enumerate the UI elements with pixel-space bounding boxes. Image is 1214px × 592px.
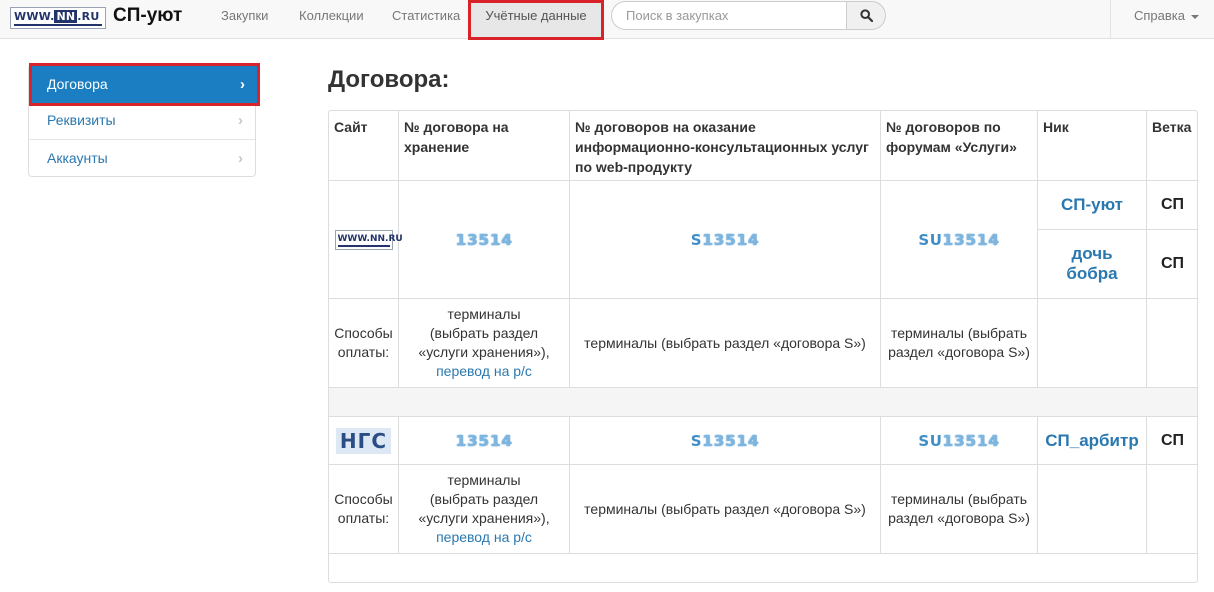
forum-contract-cell: SU13514 xyxy=(881,181,1038,299)
empty-cell xyxy=(1038,299,1147,388)
forum-contract-number: 13514 xyxy=(942,431,1000,450)
sidebar-item-requisites[interactable]: Реквизиты › xyxy=(29,102,255,139)
empty-cell xyxy=(1147,299,1198,388)
storage-payment-text: терминалы (выбрать раздел «услуги хранен… xyxy=(418,306,550,360)
branch-cell: СП xyxy=(1147,417,1198,465)
payment-label-cell: Способы оплаты: xyxy=(329,299,399,388)
nick-link[interactable]: дочь бобра xyxy=(1062,244,1122,284)
web-contract-prefix: S xyxy=(690,230,703,249)
forum-contract-number: 13514 xyxy=(942,230,1000,249)
storage-payment-cell: терминалы (выбрать раздел «услуги хранен… xyxy=(399,299,570,388)
caret-down-icon xyxy=(1191,14,1199,19)
header-branch: Ветка xyxy=(1147,111,1198,181)
site-logo-text: WWW.NN.RU xyxy=(14,10,100,23)
branch-label: СП xyxy=(1160,255,1185,272)
brand-title[interactable]: СП-уют xyxy=(113,5,182,27)
forum-payment-cell: терминалы (выбрать раздел «договора S») xyxy=(881,465,1038,554)
branch-label: СП xyxy=(1160,196,1185,213)
header-site: Сайт xyxy=(329,111,399,181)
forum-contract-prefix: SU xyxy=(918,431,943,450)
web-contract-cell: S13514 xyxy=(570,417,881,465)
payment-methods-label: Способы оплаты: xyxy=(334,325,393,360)
sidebar-item-accounts[interactable]: Аккаунты › xyxy=(29,139,255,176)
page-title: Договора: xyxy=(328,66,450,93)
nick-cell: СП-уют xyxy=(1038,181,1147,230)
site-logo-underline xyxy=(14,24,102,26)
storage-contract-number: 13514 xyxy=(455,431,513,450)
bank-transfer-link[interactable]: перевод на р/с xyxy=(436,528,532,547)
top-navbar: WWW. NN .RU СП-уют Закупки Коллекции Стати… xyxy=(0,0,1214,40)
storage-payment-text: терминалы (выбрать раздел «услуги хранен… xyxy=(418,472,550,526)
nav-link-credentials[interactable]: Учётные данные xyxy=(468,0,604,40)
nick-link[interactable]: СП-уют xyxy=(1061,195,1123,215)
nn-ru-logo: WWW.NN.RU xyxy=(334,229,403,250)
empty-cell xyxy=(1038,465,1147,554)
search-icon xyxy=(860,9,873,22)
storage-contract-number: 13514 xyxy=(455,230,513,249)
search-input[interactable] xyxy=(611,1,847,30)
storage-contract-cell: 13514 xyxy=(399,181,570,299)
storage-payment-cell: терминалы (выбрать раздел «услуги хранен… xyxy=(399,465,570,554)
forum-payment-cell: терминалы (выбрать раздел «договора S») xyxy=(881,299,1038,388)
forum-payment-text: терминалы (выбрать раздел «договора S») xyxy=(888,325,1030,360)
navbar-divider xyxy=(1110,0,1111,38)
web-payment-cell: терминалы (выбрать раздел «договора S») xyxy=(570,299,881,388)
branch-label: СП xyxy=(1160,431,1185,449)
help-label: Справка xyxy=(1134,8,1185,23)
web-payment-cell: терминалы (выбрать раздел «договора S») xyxy=(570,465,881,554)
forum-payment-text: терминалы (выбрать раздел «договора S») xyxy=(888,491,1030,526)
payment-label-cell: Способы оплаты: xyxy=(329,465,399,554)
web-contract-number: 13514 xyxy=(702,230,760,249)
header-forum-contracts: № договоров по форумам «Услуги» xyxy=(881,111,1038,181)
storage-contract-cell: 13514 xyxy=(399,417,570,465)
header-nick: Ник xyxy=(1038,111,1147,181)
branch-cell: СП xyxy=(1147,181,1198,230)
nick-cell: СП_арбитр xyxy=(1038,417,1147,465)
table-separator-row xyxy=(329,388,1197,417)
site-cell: WWW.NN.RU xyxy=(329,181,403,299)
header-storage-contract: № договора на хранение xyxy=(399,111,570,181)
sidebar-item-label: Аккаунты xyxy=(47,150,108,166)
chevron-right-icon: › xyxy=(240,76,245,93)
search-button[interactable] xyxy=(846,1,886,30)
bank-transfer-link[interactable]: перевод на р/с xyxy=(436,362,532,381)
nav-link-purchases[interactable]: Закупки xyxy=(221,0,268,39)
web-payment-text: терминалы (выбрать раздел «договора S») xyxy=(584,334,866,351)
sidebar-item-label: Реквизиты xyxy=(47,112,116,128)
chevron-right-icon: › xyxy=(238,112,243,129)
nick-cell: дочь бобра xyxy=(1038,230,1147,299)
contracts-table: Сайт № договора на хранение № договоров … xyxy=(328,110,1198,583)
empty-cell xyxy=(1147,465,1198,554)
header-web-contracts: № договоров на оказание информационно-ко… xyxy=(570,111,881,181)
site-cell: НГС xyxy=(329,417,399,465)
site-logo-text: WWW.NN.RU xyxy=(337,233,403,244)
site-logo[interactable]: WWW. NN .RU xyxy=(10,7,106,29)
web-contract-number: 13514 xyxy=(702,431,760,450)
ngs-logo: НГС xyxy=(335,427,392,454)
chevron-right-icon: › xyxy=(238,150,243,167)
branch-cell: СП xyxy=(1147,230,1198,299)
web-contract-prefix: S xyxy=(690,431,703,450)
forum-contract-cell: SU13514 xyxy=(881,417,1038,465)
web-contract-cell: S13514 xyxy=(570,181,881,299)
payment-methods-label: Способы оплаты: xyxy=(334,491,393,526)
nav-link-statistics[interactable]: Статистика xyxy=(392,0,460,39)
help-dropdown[interactable]: Справка xyxy=(1134,0,1199,32)
sidebar-item-contracts[interactable]: Договора › xyxy=(29,63,260,106)
nick-link[interactable]: СП_арбитр xyxy=(1045,431,1138,451)
web-payment-text: терминалы (выбрать раздел «договора S») xyxy=(584,500,866,517)
nav-link-collections[interactable]: Коллекции xyxy=(299,0,364,39)
forum-contract-prefix: SU xyxy=(918,230,943,249)
sidebar-item-label: Договора xyxy=(47,76,108,92)
